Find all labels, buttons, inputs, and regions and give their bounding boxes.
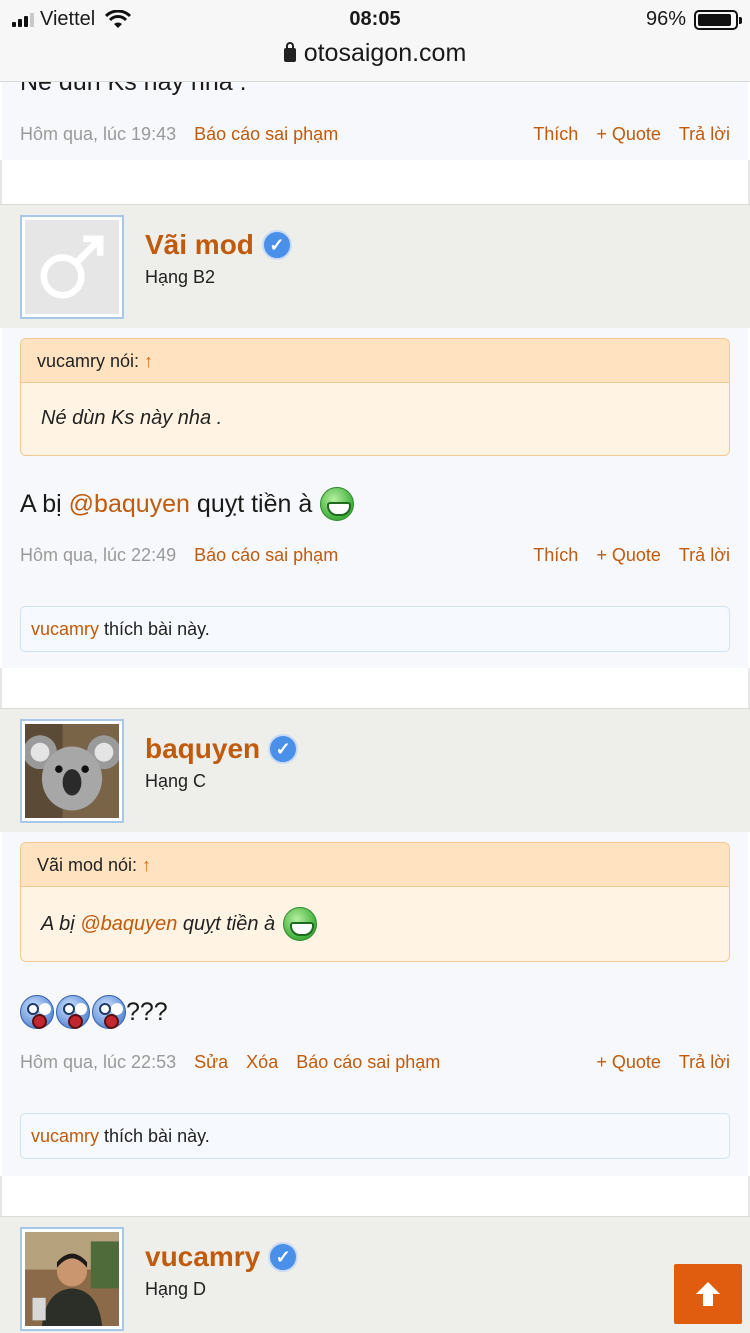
quote-block: Vãi mod nói: ↑ A bị @baquyen quỵt tiền à xyxy=(20,842,730,962)
reply-link[interactable]: Trả lời xyxy=(679,124,730,145)
user-rank: Hạng B2 xyxy=(145,267,216,287)
likes-text: thích bài này. xyxy=(99,1126,210,1146)
message-text: quỵt tiền à xyxy=(189,489,313,518)
mention-link[interactable]: @baquyen xyxy=(80,913,177,936)
previous-post-meta: Hôm qua, lúc 19:43 Báo cáo sai phạm Thíc… xyxy=(20,124,730,150)
username-text[interactable]: Vãi mod xyxy=(145,229,254,261)
username[interactable]: Vãi mod ✓ xyxy=(145,229,292,261)
avatar[interactable] xyxy=(20,719,124,823)
report-link[interactable]: Báo cáo sai phạm xyxy=(194,545,338,566)
quote-text-part: A bị xyxy=(41,912,81,935)
battery: 96% xyxy=(645,8,742,31)
koala-avatar-image xyxy=(23,724,121,818)
url-domain: otosaigon.com xyxy=(303,39,467,67)
liker-link[interactable]: vucamry xyxy=(31,619,99,639)
post-separator xyxy=(0,160,750,204)
post-meta: Hôm qua, lúc 22:49 Báo cáo sai phạm Thíc… xyxy=(20,545,730,571)
quote-text: Né dùn Ks này nha . xyxy=(41,407,223,429)
quote-text-part: quỵt tiền à xyxy=(177,912,276,935)
likes-summary: vucamry thích bài này. xyxy=(20,606,730,652)
verified-icon: ✓ xyxy=(268,1242,299,1272)
edit-link[interactable]: Sửa xyxy=(194,1052,228,1073)
user-rank: Hạng C xyxy=(145,771,207,791)
likes-summary: vucamry thích bài này. xyxy=(20,1113,730,1159)
username[interactable]: baquyen ✓ xyxy=(145,733,299,765)
post-message: A bị @baquyen quỵt tiền à xyxy=(20,486,355,522)
message-text: A bị xyxy=(20,489,69,518)
report-link[interactable]: Báo cáo sai phạm xyxy=(296,1052,440,1073)
grin-emoji-icon xyxy=(283,907,318,941)
username-text[interactable]: baquyen xyxy=(145,733,260,765)
battery-percent: 96% xyxy=(645,8,686,30)
post-author-header: baquyen ✓ Hạng C xyxy=(0,708,750,832)
post-separator xyxy=(0,1176,750,1216)
status-bar: Viettel 08:05 96% xyxy=(0,0,750,40)
quote-author: Vãi mod nói: xyxy=(37,855,138,875)
clock: 08:05 xyxy=(349,8,401,30)
scroll-to-top-button[interactable] xyxy=(674,1264,742,1324)
post-author-header: Vãi mod ✓ Hạng B2 xyxy=(0,204,750,328)
message-text: ??? xyxy=(126,997,168,1026)
reply-link[interactable]: Trả lời xyxy=(679,545,730,566)
male-symbol-icon xyxy=(25,220,119,314)
quote-text: A bị @baquyen quỵt tiền à xyxy=(21,887,729,961)
quote-header[interactable]: vucamry nói: ↑ xyxy=(21,339,729,383)
post-date: Hôm qua, lúc 19:43 xyxy=(20,124,177,144)
post-separator xyxy=(0,668,750,708)
avatar[interactable] xyxy=(20,1227,124,1331)
report-link[interactable]: Báo cáo sai phạm xyxy=(194,124,338,145)
like-link[interactable]: Thích xyxy=(533,124,578,145)
post-date[interactable]: Hôm qua, lúc 22:53 xyxy=(20,1052,176,1073)
quote-jump-arrow-icon[interactable]: ↑ xyxy=(144,351,153,371)
url-bar[interactable]: otosaigon.com xyxy=(0,40,750,82)
avatar[interactable] xyxy=(20,215,124,319)
lock-icon xyxy=(283,42,296,62)
likes-text: thích bài này. xyxy=(99,619,210,639)
like-link[interactable]: Thích xyxy=(533,545,578,566)
quote-jump-arrow-icon[interactable]: ↑ xyxy=(142,855,151,875)
quote-author: vucamry nói: xyxy=(37,351,140,371)
verified-icon: ✓ xyxy=(261,230,292,260)
quote-header[interactable]: Vãi mod nói: ↑ xyxy=(21,843,729,887)
post-author-header: vucamry ✓ Hạng D xyxy=(0,1216,750,1333)
liker-link[interactable]: vucamry xyxy=(31,1126,99,1146)
post-message: ??? xyxy=(20,994,168,1030)
mention-link[interactable]: @baquyen xyxy=(69,490,190,519)
shocked-emoji-icon xyxy=(92,995,126,1029)
shocked-emoji-icon xyxy=(56,995,90,1029)
grin-emoji-icon xyxy=(320,487,355,521)
shocked-emoji-icon xyxy=(20,995,54,1029)
delete-link[interactable]: Xóa xyxy=(246,1052,278,1073)
quote-link[interactable]: + Quote xyxy=(596,1052,661,1073)
username-text[interactable]: vucamry xyxy=(145,1241,260,1273)
battery-icon xyxy=(694,9,742,30)
previous-post-text: Né dùn Ks này nha . xyxy=(20,82,247,96)
arrow-up-icon xyxy=(696,1282,720,1306)
post-date[interactable]: Hôm qua, lúc 22:49 xyxy=(20,545,176,566)
user-rank: Hạng D xyxy=(145,1279,207,1299)
username[interactable]: vucamry ✓ xyxy=(145,1241,299,1273)
thread-content: Né dùn Ks này nha . Hôm qua, lúc 19:43 B… xyxy=(0,82,750,1333)
quote-link[interactable]: + Quote xyxy=(596,124,661,145)
reply-link[interactable]: Trả lời xyxy=(679,1052,730,1073)
quote-block: vucamry nói: ↑ Né dùn Ks này nha . xyxy=(20,338,730,456)
verified-icon: ✓ xyxy=(268,734,299,764)
person-avatar-image xyxy=(25,1232,119,1326)
quote-link[interactable]: + Quote xyxy=(596,545,661,566)
post-meta: Hôm qua, lúc 22:53 Sửa Xóa Báo cáo sai p… xyxy=(20,1052,730,1078)
